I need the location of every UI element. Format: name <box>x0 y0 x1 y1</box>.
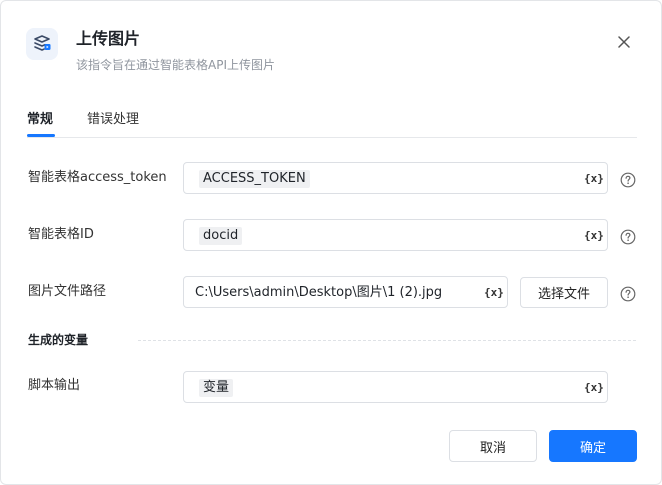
script-output-label: 脚本输出 <box>28 378 81 393</box>
sheet-id-input[interactable]: docid {x} <box>183 219 608 251</box>
image-path-label: 图片文件路径 <box>28 284 107 299</box>
variable-insert-button[interactable]: {x} <box>584 228 604 244</box>
help-icon[interactable] <box>620 172 636 188</box>
active-tab-indicator <box>27 134 55 137</box>
upload-image-dialog: 上传图片 该指令旨在通过智能表格API上传图片 常规 错误处理 智能表格acce… <box>0 0 662 485</box>
variable-insert-button[interactable]: {x} <box>484 285 504 301</box>
help-icon[interactable] <box>620 286 636 302</box>
access-token-input[interactable]: ACCESS_TOKEN {x} <box>183 162 608 194</box>
access-token-value: ACCESS_TOKEN <box>199 170 310 188</box>
section-divider <box>138 340 636 341</box>
image-path-value: C:\Users\admin\Desktop\图片\1 (2).jpg <box>195 285 443 300</box>
confirm-button[interactable]: 确定 <box>549 430 637 462</box>
access-token-label: 智能表格access_token <box>28 170 167 185</box>
dialog-subtitle: 该指令旨在通过智能表格API上传图片 <box>76 58 275 72</box>
variable-insert-button[interactable]: {x} <box>584 171 604 187</box>
close-icon <box>618 36 630 48</box>
generated-variables-heading: 生成的变量 <box>28 333 89 347</box>
sheet-id-label: 智能表格ID <box>28 227 94 242</box>
dialog-title: 上传图片 <box>76 29 141 48</box>
variable-insert-button[interactable]: {x} <box>584 380 604 396</box>
help-icon[interactable] <box>620 229 636 245</box>
tab-error-handling[interactable]: 错误处理 <box>87 109 139 131</box>
close-button[interactable] <box>613 31 635 53</box>
tab-general[interactable]: 常规 <box>27 109 53 131</box>
upload-image-icon <box>26 28 58 60</box>
choose-file-button[interactable]: 选择文件 <box>520 277 608 308</box>
script-output-input[interactable]: 变量 {x} <box>183 371 608 403</box>
tab-bar: 常规 错误处理 <box>27 109 637 138</box>
cancel-button[interactable]: 取消 <box>449 430 537 462</box>
sheet-id-value: docid <box>199 227 243 245</box>
script-output-value: 变量 <box>199 379 234 397</box>
image-path-input[interactable]: C:\Users\admin\Desktop\图片\1 (2).jpg {x} <box>183 276 508 308</box>
